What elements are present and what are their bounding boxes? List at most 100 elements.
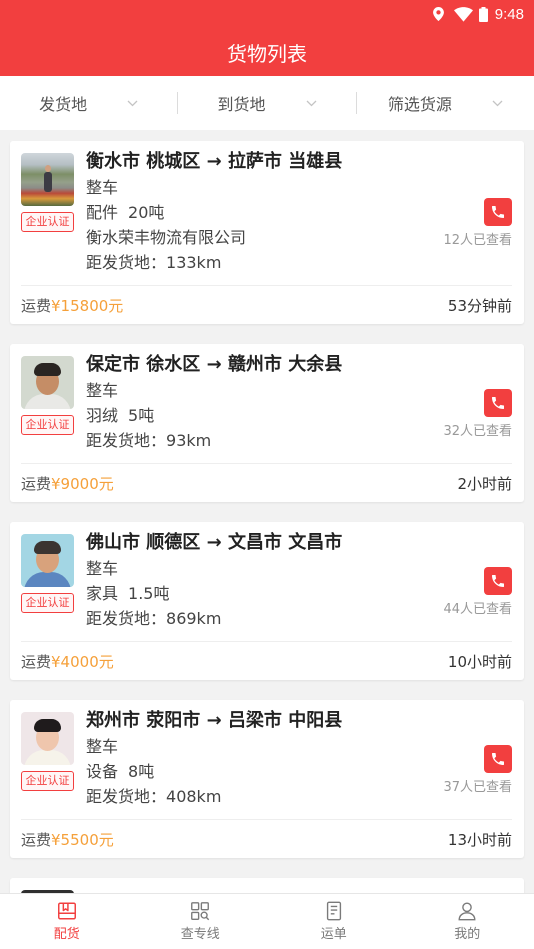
freight: 运费¥5500元 [21, 829, 114, 850]
distance-label: 距发货地： [86, 787, 167, 806]
battery-icon [478, 6, 488, 22]
cargo-list[interactable]: 企业认证 衡水市 桃城区 → 拉萨市 当雄县 整车 配件 20吨 衡水荣丰物流有限… [0, 130, 534, 893]
cargo-card[interactable]: 企业认证 佛山市 顺德区 → 文昌市 文昌市 整车 家具 1.5吨 距发货地：86… [10, 522, 524, 680]
route-origin: 佛山市 顺德区 [86, 532, 201, 553]
distance-value: 133km [166, 253, 222, 272]
distance: 距发货地：408km [86, 784, 443, 809]
route-arrow: → [206, 151, 222, 172]
distance: 距发货地：869km [86, 606, 443, 631]
contact-column: 32人已查看 [443, 388, 512, 439]
route-origin: 保定市 徐水区 [86, 354, 201, 375]
contact-column: 44人已查看 [443, 566, 512, 617]
vehicle-type: 整车 [86, 559, 119, 578]
cargo-card[interactable] [10, 878, 524, 893]
enterprise-verified-badge: 企业认证 [21, 593, 74, 613]
vehicle-type: 整车 [86, 737, 119, 756]
route-arrow: → [206, 532, 222, 553]
filter-cargo-source[interactable]: 筛选货源 [357, 76, 534, 130]
view-count: 37人已查看 [443, 779, 512, 795]
goods-name: 家具 [86, 584, 119, 603]
view-count: 12人已查看 [443, 233, 512, 248]
call-button[interactable] [484, 198, 512, 226]
filter-origin[interactable]: 发货地 [0, 76, 177, 130]
distance-label: 距发货地： [86, 609, 167, 628]
avatar [21, 712, 74, 765]
freight-label: 运费 [21, 830, 52, 849]
cargo-card-footer: 运费¥9000元 2小时前 [21, 463, 512, 502]
distance-label: 距发货地： [86, 431, 167, 450]
nav-item-route-search[interactable]: 查专线 [134, 894, 268, 949]
nav-item-waybill[interactable]: 运单 [267, 894, 401, 949]
distance-label: 距发货地： [86, 253, 167, 272]
route-search-icon [191, 902, 210, 921]
call-button[interactable] [484, 566, 512, 595]
route-title: 佛山市 顺德区 → 文昌市 文昌市 [86, 530, 443, 556]
freight: 运费¥9000元 [21, 473, 114, 494]
route-destination: 赣州市 大余县 [227, 354, 343, 375]
route-arrow: → [206, 354, 222, 375]
nav-label: 我的 [454, 927, 481, 942]
nav-label: 运单 [320, 927, 347, 942]
goods-name: 配件 [86, 203, 119, 222]
shipper-column [21, 886, 74, 893]
shipper-column: 企业认证 [21, 352, 74, 453]
cargo-card[interactable]: 企业认证 保定市 徐水区 → 赣州市 大余县 整车 羽绒 5吨 距发货地：93km… [10, 344, 524, 502]
goods-info: 设备 8吨 [86, 759, 443, 784]
avatar-hair [34, 363, 61, 376]
cargo-card-footer: 运费¥15800元 53分钟前 [21, 285, 512, 324]
freight-amount: ¥9000元 [51, 474, 114, 493]
page-title: 货物列表 [227, 41, 307, 66]
contact-column: 12人已查看 [443, 198, 512, 248]
contact-column: 37人已查看 [443, 744, 512, 795]
cargo-info: 衡水市 桃城区 → 拉萨市 当雄县 整车 配件 20吨 衡水荣丰物流有限公司 距发… [86, 149, 443, 275]
phone-icon [492, 206, 504, 218]
cargo-card-body [10, 878, 524, 893]
cargo-card[interactable]: 企业认证 衡水市 桃城区 → 拉萨市 当雄县 整车 配件 20吨 衡水荣丰物流有限… [10, 141, 524, 324]
call-button[interactable] [484, 388, 512, 417]
route-destination: 文昌市 文昌市 [227, 532, 343, 553]
route-origin: 郑州市 荥阳市 [86, 710, 201, 731]
cargo-card[interactable]: 企业认证 郑州市 荥阳市 → 吕梁市 中阳县 整车 设备 8吨 距发货地：408k… [10, 700, 524, 858]
distance-value: 869km [166, 609, 222, 628]
phone-icon [492, 574, 504, 587]
freight-label: 运费 [21, 296, 52, 315]
avatar [21, 153, 74, 206]
call-button[interactable] [484, 744, 512, 773]
nav-label: 配货 [53, 927, 80, 942]
view-count: 44人已查看 [443, 601, 512, 617]
avatar-figure-head [45, 165, 51, 172]
goods-weight: 5吨 [128, 406, 155, 425]
route-origin: 衡水市 桃城区 [86, 151, 201, 172]
avatar-shirt [24, 750, 71, 765]
distance: 距发货地：133km [86, 250, 443, 275]
filter-label: 到货地 [217, 95, 266, 114]
posted-time: 10小时前 [447, 652, 512, 671]
vehicle-type: 整车 [86, 381, 119, 400]
nav-label: 查专线 [180, 927, 220, 942]
view-count: 32人已查看 [443, 423, 512, 439]
avatar [21, 356, 74, 409]
phone-icon [492, 752, 504, 765]
avatar-shirt [24, 572, 71, 587]
cargo-info: 郑州市 荥阳市 → 吕梁市 中阳县 整车 设备 8吨 距发货地：408km [86, 708, 443, 809]
waybill-icon [326, 901, 341, 921]
enterprise-verified-badge: 企业认证 [21, 771, 74, 791]
phone-icon [492, 396, 504, 409]
shipper-column: 企业认证 [21, 149, 74, 275]
filter-destination[interactable]: 到货地 [178, 76, 355, 130]
filter-label: 筛选货源 [387, 95, 452, 114]
cargo-card-body: 企业认证 佛山市 顺德区 → 文昌市 文昌市 整车 家具 1.5吨 距发货地：86… [10, 522, 524, 641]
distance: 距发货地：93km [86, 428, 443, 453]
cargo-card-body: 企业认证 郑州市 荥阳市 → 吕梁市 中阳县 整车 设备 8吨 距发货地：408k… [10, 700, 524, 819]
app-bar: 货物列表 [0, 28, 534, 76]
goods-info: 家具 1.5吨 [86, 581, 443, 606]
nav-item-profile[interactable]: 我的 [401, 894, 534, 949]
route-title: 衡水市 桃城区 → 拉萨市 当雄县 [86, 149, 443, 175]
cargo-info: 佛山市 顺德区 → 文昌市 文昌市 整车 家具 1.5吨 距发货地：869km [86, 530, 443, 631]
freight-label: 运费 [21, 652, 52, 671]
cargo-card-footer: 运费¥4000元 10小时前 [21, 641, 512, 680]
company-name: 衡水荣丰物流有限公司 [86, 228, 247, 247]
nav-item-cargo[interactable]: 配货 [0, 894, 134, 949]
enterprise-verified-badge: 企业认证 [21, 415, 74, 435]
bottom-nav: 配货 查专线 运单 我的 [0, 893, 534, 949]
